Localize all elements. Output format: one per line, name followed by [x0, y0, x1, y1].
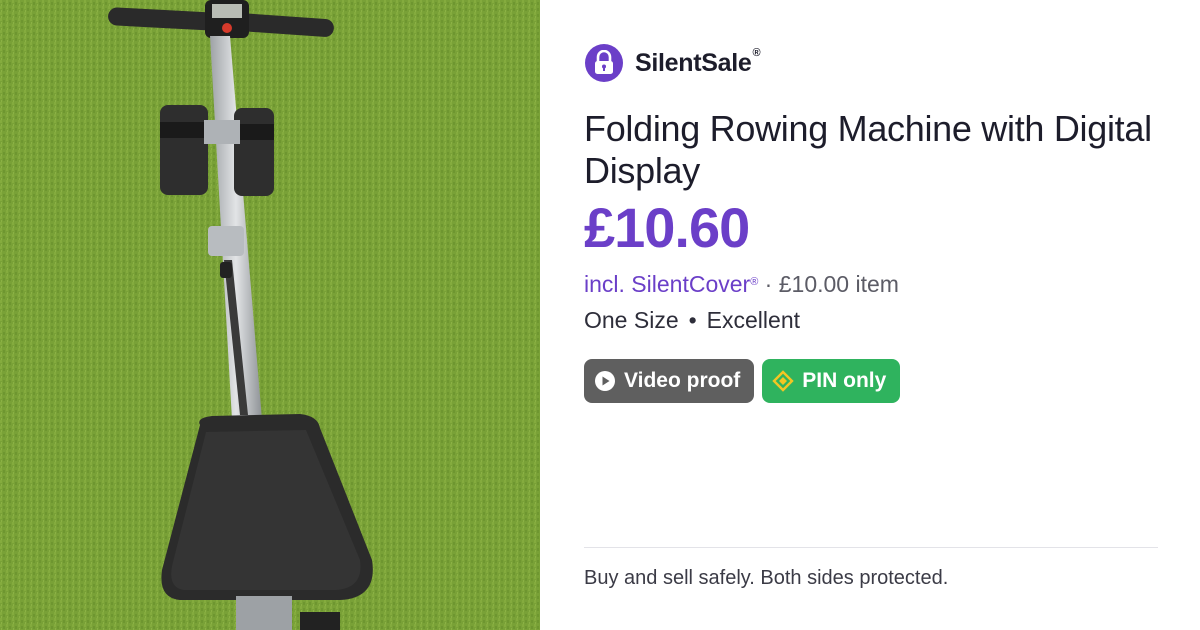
brand[interactable]: SilentSale® [585, 44, 761, 82]
listing-price: £10.60 [584, 196, 750, 259]
cover-prefix: incl. [584, 271, 632, 297]
listing-meta: One Size • Excellent [584, 305, 800, 335]
product-photo [0, 0, 540, 630]
listing-title: Folding Rowing Machine with Digital Disp… [584, 108, 1152, 191]
registered-mark: ® [752, 46, 761, 59]
cover-name[interactable]: SilentCover [631, 271, 750, 297]
listing-panel: SilentSale® Folding Rowing Machine with … [540, 0, 1200, 630]
cover-line: incl. SilentCover® · £10.00 item [584, 269, 899, 299]
badge-row: Video proof PIN only [584, 359, 901, 403]
footer-divider [584, 547, 1158, 548]
cover-registered-mark: ® [750, 276, 759, 288]
pin-only-badge[interactable]: PIN only [762, 359, 901, 403]
pin-only-label: PIN only [802, 369, 887, 392]
padlock-icon [585, 44, 623, 82]
meta-separator: • [688, 307, 697, 333]
rowing-machine-photo [0, 0, 540, 630]
item-price: · £10.00 item [758, 271, 899, 297]
diamond-tag-icon [772, 370, 794, 392]
video-proof-badge[interactable]: Video proof [584, 359, 755, 403]
video-proof-label: Video proof [624, 369, 741, 392]
size-label: One Size [584, 307, 679, 333]
condition-label: Excellent [706, 307, 800, 333]
play-icon [594, 370, 616, 392]
footer-text: Buy and sell safely. Both sides protecte… [584, 567, 949, 589]
brand-name: SilentSale® [635, 46, 761, 77]
